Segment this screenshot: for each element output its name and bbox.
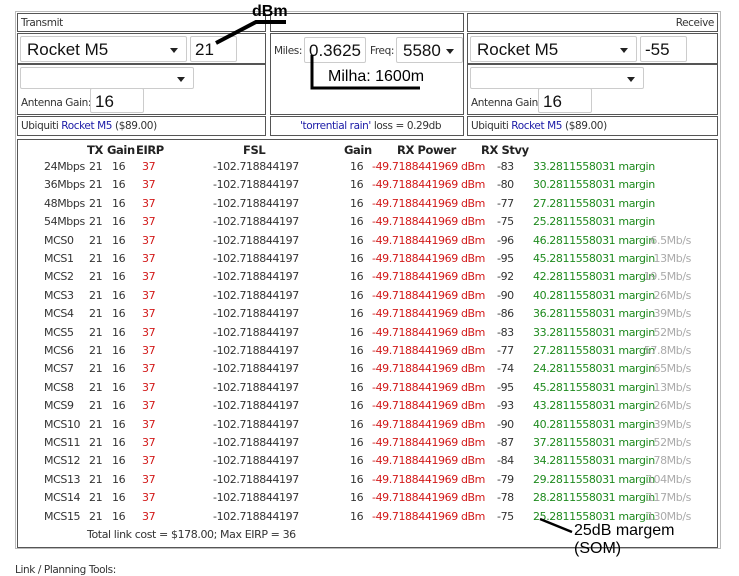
annotation-margem: 25dB margem: [574, 522, 675, 539]
annotation-dbm: dBm: [252, 3, 288, 20]
annotation-som: (SOM): [574, 540, 622, 557]
annotation-milha: Milha: 1600m: [328, 68, 425, 85]
